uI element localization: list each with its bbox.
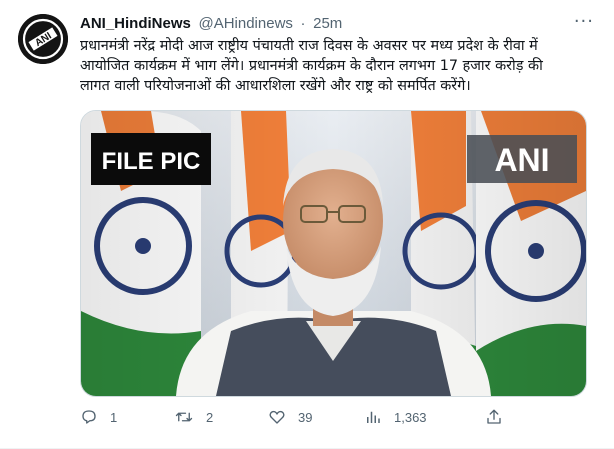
retweet-icon	[175, 412, 193, 422]
author-handle[interactable]: @AHindinews	[198, 15, 292, 32]
tweet-actions: 1 2 39 1,363	[80, 404, 590, 430]
views-chart-icon	[367, 411, 380, 423]
tweet-media-image[interactable]: FILE PIC ANI	[80, 110, 587, 397]
heart-icon	[269, 410, 285, 424]
author-name[interactable]: ANI_HindiNews	[80, 15, 191, 32]
reply-count: 1	[110, 409, 118, 425]
file-pic-label: FILE PIC	[102, 148, 201, 175]
tweet-text-line: प्रधानमंत्री नरेंद्र मोदी आज राष्ट्रीय प…	[80, 38, 538, 54]
views-button[interactable]: 1,363	[364, 404, 427, 430]
tweet-text-line: आयोजित कार्यक्रम में भाग लेंगे। प्रधानमं…	[80, 58, 543, 74]
tweet-text: प्रधानमंत्री नरेंद्र मोदी आज राष्ट्रीय प…	[80, 36, 590, 96]
reply-icon	[82, 410, 96, 424]
retweet-button[interactable]: 2	[174, 404, 213, 430]
share-button[interactable]	[485, 404, 503, 430]
share-icon	[487, 409, 501, 424]
media-photo: FILE PIC ANI	[81, 111, 586, 396]
author-avatar[interactable]: ANI	[18, 14, 68, 64]
views-count: 1,363	[394, 409, 427, 425]
tweet-text-line: लागत वाली परियोजनाओं की आधारशिला रखेंगे …	[80, 78, 471, 94]
like-button[interactable]: 39	[268, 404, 312, 430]
reply-button[interactable]: 1	[80, 404, 117, 430]
more-options-icon[interactable]: ···	[574, 13, 594, 31]
like-count: 39	[298, 409, 313, 425]
ani-logo-icon: ANI	[18, 14, 68, 64]
separator-dot: ·	[300, 15, 306, 32]
retweet-count: 2	[206, 409, 214, 425]
tweet-header: ANI_HindiNews @AHindinews · 25m ···	[80, 13, 594, 35]
tweet[interactable]: ANI ANI_HindiNews @AHindinews · 25m ··· …	[0, 0, 614, 449]
ani-watermark: ANI	[494, 142, 549, 178]
tweet-time[interactable]: 25m	[313, 15, 342, 32]
